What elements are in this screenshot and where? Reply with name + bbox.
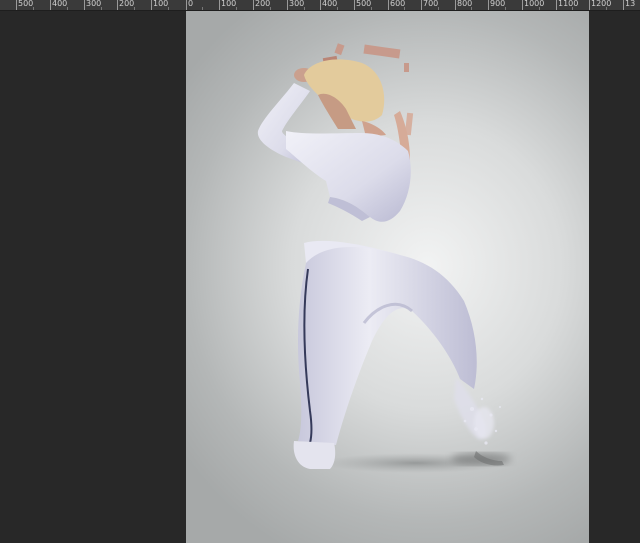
ruler-label: 300 xyxy=(289,0,305,8)
ruler-label: 300 xyxy=(86,0,102,8)
white-pants xyxy=(298,246,477,445)
ruler-label: 700 xyxy=(423,0,439,8)
left-shoe xyxy=(293,441,336,469)
document-canvas[interactable] xyxy=(186,11,589,543)
dancer-photo xyxy=(257,43,511,473)
ruler-label: 500 xyxy=(18,0,34,8)
ruler-label: 1000 xyxy=(524,0,545,8)
ruler-label: 1200 xyxy=(591,0,612,8)
ruler-label: 100 xyxy=(153,0,169,8)
ruler-label: 400 xyxy=(322,0,338,8)
ruler-label: 800 xyxy=(457,0,473,8)
ruler-label: 600 xyxy=(390,0,406,8)
horizontal-ruler[interactable]: 500 400 300 200 100 0 100 200 300 400 50… xyxy=(0,0,640,11)
ruler-label: 13 xyxy=(625,0,636,8)
ruler-label: 0 xyxy=(188,0,194,8)
ruler-label: 1100 xyxy=(558,0,579,8)
ruler-label: 200 xyxy=(255,0,271,8)
ruler-label: 100 xyxy=(221,0,237,8)
ruler-label: 400 xyxy=(52,0,68,8)
photo-editor-workspace: 500 400 300 200 100 0 100 200 300 400 50… xyxy=(0,0,640,543)
ruler-label: 500 xyxy=(356,0,372,8)
right-panel-area xyxy=(589,11,640,543)
ruler-label: 900 xyxy=(490,0,506,8)
ruler-label: 200 xyxy=(119,0,135,8)
